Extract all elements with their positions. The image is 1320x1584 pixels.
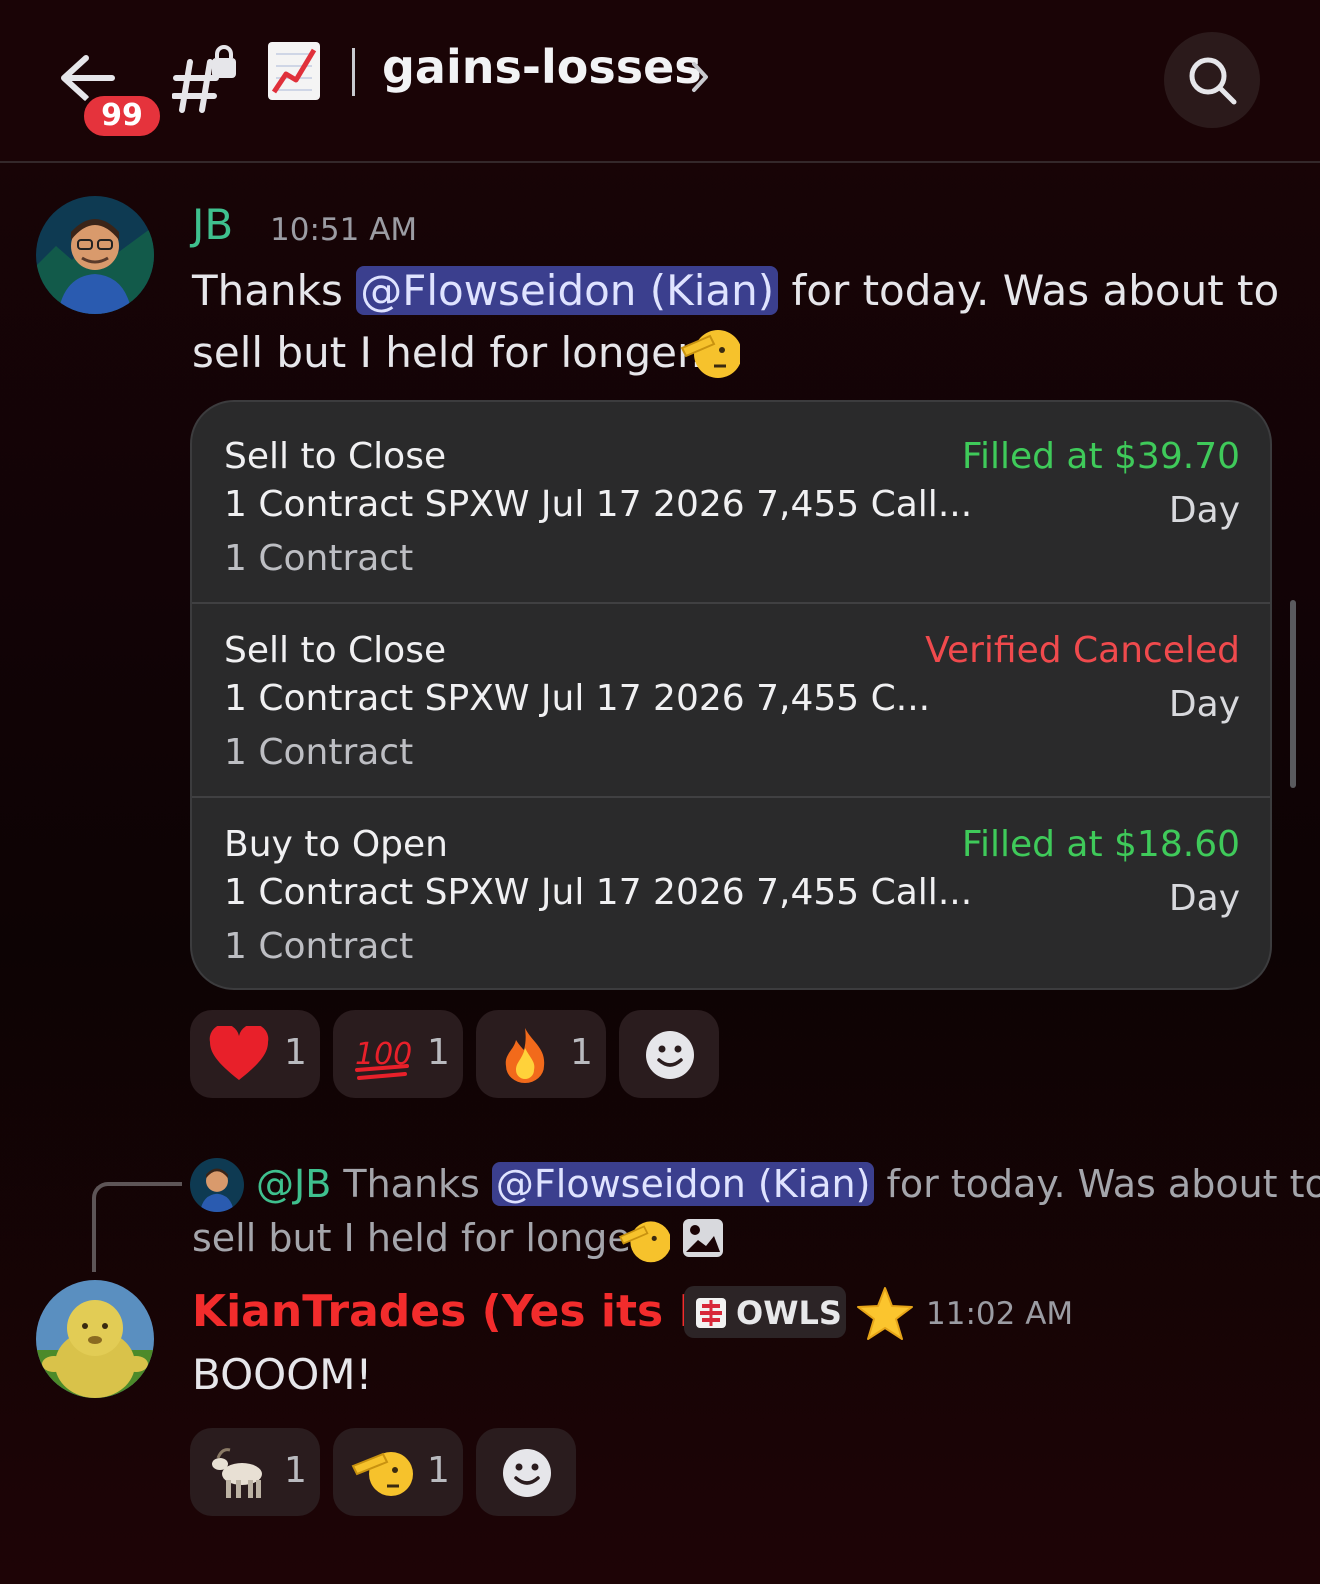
order-action: Sell to Close: [224, 436, 447, 477]
reply-text: sell but I held for longer.: [192, 1216, 655, 1260]
user-mention[interactable]: @Flowseidon (Kian): [491, 1162, 875, 1206]
order-time-in-force: Day: [1168, 684, 1240, 725]
order-action: Buy to Open: [224, 824, 448, 865]
reply-text: for today. Was about to: [874, 1162, 1320, 1206]
reaction-count: 1: [284, 1032, 307, 1073]
scrollbar[interactable]: [1290, 600, 1296, 788]
goat-emoji: [212, 1448, 262, 1498]
avatar[interactable]: [36, 196, 154, 314]
reply-avatar: [190, 1158, 244, 1212]
saluting-face-emoji: [680, 326, 742, 380]
unread-badge: 99: [80, 92, 164, 140]
order-status: Verified Canceled: [925, 630, 1240, 671]
order-time-in-force: Day: [1168, 878, 1240, 919]
saluting-face-emoji: [351, 1452, 413, 1496]
reaction-count: 1: [427, 1450, 450, 1491]
smiley-add-icon: [503, 1449, 551, 1497]
reaction-heart[interactable]: 1: [190, 1010, 320, 1098]
locked-channel-icon: [171, 44, 238, 114]
server-tag[interactable]: OWLS: [684, 1286, 846, 1338]
order-quantity: 1 Contract: [224, 926, 414, 967]
order-time-in-force: Day: [1168, 490, 1240, 531]
reaction-count: 1: [284, 1450, 307, 1491]
add-reaction-button[interactable]: [476, 1428, 576, 1516]
search-icon: [1189, 57, 1237, 105]
order-screenshot-attachment[interactable]: Sell to Close 1 Contract SPXW Jul 17 202…: [190, 400, 1272, 990]
message-content-line2: sell but I held for longer.: [192, 322, 704, 384]
reaction-hundred[interactable]: 100 1: [333, 1010, 463, 1098]
hundred-emoji: 100: [355, 1037, 412, 1080]
saluting-face-emoji: [618, 1218, 672, 1264]
order-row: Sell to Close 1 Contract SPXW Jul 17 202…: [192, 402, 1270, 596]
reaction-count: 1: [570, 1032, 593, 1073]
reaction-salute[interactable]: 1: [333, 1428, 463, 1516]
message-text: Thanks: [192, 266, 357, 315]
server-tag-icon: [696, 1298, 726, 1328]
add-reaction-button[interactable]: [619, 1010, 719, 1098]
message-timestamp: 11:02 AM: [926, 1296, 1074, 1332]
order-status: Filled at $39.70: [961, 436, 1240, 477]
image-icon: [682, 1218, 724, 1258]
chart-increasing-emoji: [266, 40, 322, 102]
message-timestamp: 10:51 AM: [270, 212, 418, 248]
message-text: sell but I held for longer.: [192, 328, 704, 377]
star-emoji: [856, 1286, 914, 1342]
message-content: Thanks @Flowseidon (Kian) for today. Was…: [192, 260, 1279, 322]
reply-author[interactable]: @JB: [256, 1162, 331, 1206]
reply-text: Thanks: [331, 1162, 492, 1206]
heart-emoji: [209, 1026, 269, 1080]
channel-name[interactable]: gains-losses: [382, 40, 702, 94]
order-quantity: 1 Contract: [224, 538, 414, 579]
reply-preview[interactable]: @JB Thanks @Flowseidon (Kian) for today.…: [256, 1158, 1320, 1210]
order-description: 1 Contract SPXW Jul 17 2026 7,455 Call..…: [224, 484, 973, 525]
order-description: 1 Contract SPXW Jul 17 2026 7,455 C...: [224, 678, 931, 719]
message-author[interactable]: JB: [192, 200, 233, 249]
user-mention[interactable]: @Flowseidon (Kian): [356, 266, 779, 315]
reaction-fire[interactable]: 1: [476, 1010, 606, 1098]
fire-emoji: [505, 1028, 545, 1083]
order-row: Sell to Close 1 Contract SPXW Jul 17 202…: [192, 602, 1270, 798]
order-quantity: 1 Contract: [224, 732, 414, 773]
reply-preview-line2: sell but I held for longer.: [192, 1212, 655, 1264]
order-status: Filled at $18.60: [961, 824, 1240, 865]
order-row: Buy to Open 1 Contract SPXW Jul 17 2026 …: [192, 796, 1270, 988]
reaction-count: 1: [427, 1032, 450, 1073]
channel-header: 99 gains-losses: [0, 0, 1320, 163]
order-action: Sell to Close: [224, 630, 447, 671]
smiley-add-icon: [646, 1031, 694, 1079]
reaction-goat[interactable]: 1: [190, 1428, 320, 1516]
reply-connector: [92, 1182, 182, 1272]
server-tag-label: OWLS: [736, 1294, 842, 1332]
search-button[interactable]: [1164, 32, 1260, 128]
header-divider: [352, 48, 355, 96]
order-description: 1 Contract SPXW Jul 17 2026 7,455 Call..…: [224, 872, 973, 913]
avatar[interactable]: [36, 1280, 154, 1398]
message-text: for today. Was about to: [778, 266, 1280, 315]
chevron-right-icon[interactable]: [688, 58, 712, 96]
message-text: BOOOM!: [192, 1350, 373, 1399]
